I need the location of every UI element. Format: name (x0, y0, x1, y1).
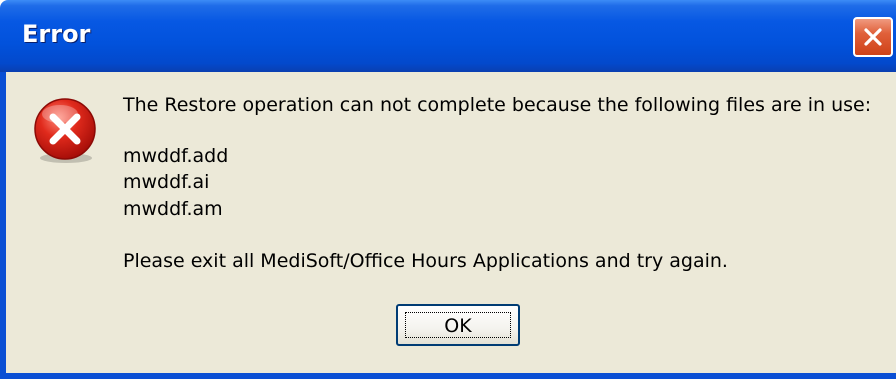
close-button[interactable] (853, 17, 893, 57)
file-name: mwddf.ai (123, 171, 210, 193)
ok-button[interactable]: OK (396, 304, 520, 346)
window-title: Error (22, 20, 91, 48)
instruction-text: Please exit all MediSoft/Office Hours Ap… (123, 250, 728, 272)
ok-button-label: OK (444, 315, 472, 337)
close-icon (864, 28, 882, 46)
file-name: mwddf.add (123, 145, 229, 167)
error-message: The Restore operation can not complete b… (123, 94, 872, 116)
error-icon (34, 98, 96, 163)
title-bar[interactable]: Error (0, 0, 896, 72)
error-dialog: Error The Restore operation can not comp… (0, 0, 896, 379)
file-name: mwddf.am (123, 198, 223, 220)
